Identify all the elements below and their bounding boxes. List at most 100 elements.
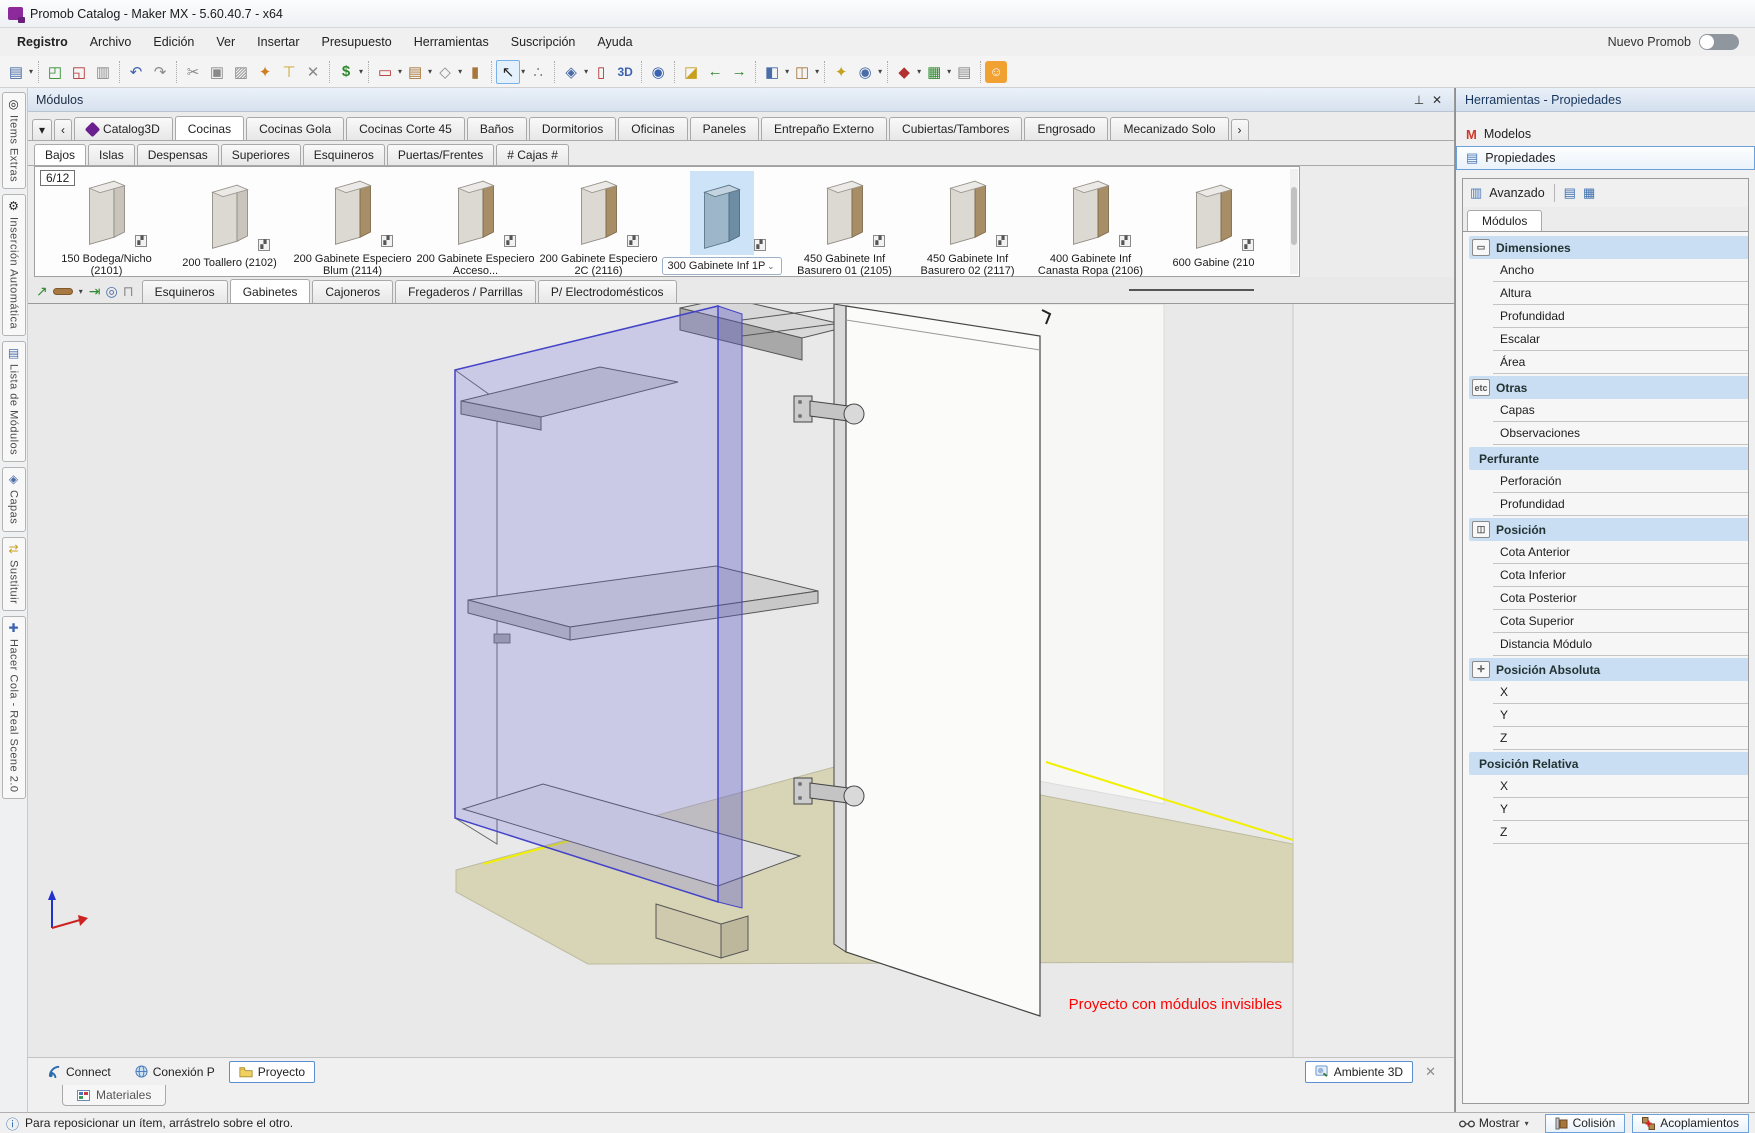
filter-tab-electrodomesticos[interactable]: P/ Electrodomésticos bbox=[538, 280, 677, 303]
advanced-button[interactable]: Avanzado bbox=[1489, 186, 1544, 200]
module-item[interactable]: ▞ 200 Gabinete Especiero Acceso... bbox=[414, 171, 537, 276]
print-button[interactable]: ▥ bbox=[91, 60, 115, 84]
gallery-scrollbar[interactable] bbox=[1290, 169, 1298, 274]
nav-modelos[interactable]: M Modelos bbox=[1456, 122, 1755, 146]
property-row-observaciones[interactable]: Observaciones bbox=[1493, 422, 1748, 445]
module-variant-dropdown[interactable]: 300 Gabinete Inf 1P ⌄ bbox=[662, 257, 782, 275]
door-button[interactable]: ▮ bbox=[463, 60, 487, 84]
walk-left-button[interactable]: ← bbox=[703, 60, 727, 84]
tab-cocinas[interactable]: Cocinas bbox=[175, 116, 244, 140]
copy-button[interactable]: ▣ bbox=[205, 60, 229, 84]
tab-cocinas-gola[interactable]: Cocinas Gola bbox=[246, 117, 344, 140]
property-row-abs-z[interactable]: Z bbox=[1493, 727, 1748, 750]
property-row-profundidad[interactable]: Profundidad bbox=[1493, 305, 1748, 328]
property-row-perforacion[interactable]: Perforación bbox=[1493, 470, 1748, 493]
property-row-cota-anterior[interactable]: Cota Anterior bbox=[1493, 541, 1748, 564]
mostrar-button[interactable]: Mostrar ▾ bbox=[1451, 1116, 1538, 1130]
module-item[interactable]: ▞ 450 Gabinete Inf Basurero 02 (2117) bbox=[906, 171, 1029, 276]
report-button[interactable]: ▤ bbox=[952, 60, 976, 84]
filter-tab-cajoneros[interactable]: Cajoneros bbox=[312, 280, 393, 303]
nuevo-promob-toggle[interactable] bbox=[1699, 34, 1739, 50]
menu-registro[interactable]: Registro bbox=[6, 30, 79, 54]
layers-dropdown-icon[interactable]: ▾ bbox=[584, 67, 588, 76]
splitter-handle[interactable] bbox=[1129, 289, 1254, 291]
acoplamientos-button[interactable]: Acoplamientos bbox=[1632, 1114, 1749, 1133]
measure-button[interactable]: ∴ bbox=[526, 60, 550, 84]
floor-shape-button[interactable]: ◇ bbox=[433, 60, 457, 84]
property-row-area[interactable]: Área bbox=[1493, 351, 1748, 374]
list-view-icon[interactable]: ▤ bbox=[1564, 185, 1576, 201]
tab-mecanizado-solo[interactable]: Mecanizado Solo bbox=[1110, 117, 1228, 140]
tab-islas[interactable]: Islas bbox=[88, 144, 135, 165]
tab-esquineros[interactable]: Esquineros bbox=[303, 144, 385, 165]
property-row-rel-x[interactable]: X bbox=[1493, 775, 1748, 798]
property-row-altura[interactable]: Altura bbox=[1493, 282, 1748, 305]
tab-scroll-down-button[interactable]: ▾ bbox=[32, 119, 52, 140]
section-dimensiones[interactable]: ▭ Dimensiones bbox=[1469, 236, 1748, 259]
property-row-cota-superior[interactable]: Cota Superior bbox=[1493, 610, 1748, 633]
proyecto-tab[interactable]: Proyecto bbox=[229, 1061, 315, 1083]
section-otras[interactable]: etc Otras bbox=[1469, 376, 1748, 399]
wall-dropdown-icon[interactable]: ▾ bbox=[428, 67, 432, 76]
tab-catalog3d[interactable]: Catalog3D bbox=[74, 117, 173, 140]
connect-tab[interactable]: Connect bbox=[38, 1061, 121, 1083]
plan-view-button[interactable]: ◧ bbox=[760, 60, 784, 84]
property-row-ancho[interactable]: Ancho bbox=[1493, 259, 1748, 282]
export-catalog-button[interactable]: ◱ bbox=[67, 60, 91, 84]
menu-insertar[interactable]: Insertar bbox=[246, 30, 310, 54]
insert-module-icon[interactable]: ↗ bbox=[36, 283, 48, 300]
view-3d-button[interactable]: 3D bbox=[613, 60, 637, 84]
room-dropdown-icon[interactable]: ▾ bbox=[398, 67, 402, 76]
tab-cocinas-corte-45[interactable]: Cocinas Corte 45 bbox=[346, 117, 465, 140]
tab-cajas[interactable]: # Cajas # bbox=[496, 144, 569, 165]
sidebar-item-capas[interactable]: ◈ Capas bbox=[2, 467, 26, 531]
tab-puertas-frentes[interactable]: Puertas/Frentes bbox=[387, 144, 494, 165]
tab-scroll-left-button[interactable]: ‹ bbox=[54, 119, 72, 140]
handle-style-icon[interactable] bbox=[53, 288, 73, 295]
module-item[interactable]: ▞ 200 Gabinete Especiero Blum (2114) bbox=[291, 171, 414, 276]
save-dropdown-icon[interactable]: ▾ bbox=[29, 67, 33, 76]
property-row-abs-y[interactable]: Y bbox=[1493, 704, 1748, 727]
place-module-icon[interactable]: ⇥ bbox=[89, 283, 101, 300]
menu-suscripcion[interactable]: Suscripción bbox=[500, 30, 587, 54]
sidebar-item-items-extras[interactable]: ◎ Items Extras bbox=[2, 92, 26, 189]
hammer-tool-button[interactable]: ✦ bbox=[253, 60, 277, 84]
search-binoculars-icon[interactable]: ◎ bbox=[105, 283, 117, 300]
menu-herramientas[interactable]: Herramientas bbox=[403, 30, 500, 54]
module-item[interactable]: ▞ 200 Toallero (2102) bbox=[168, 171, 291, 276]
tab-dormitorios[interactable]: Dormitorios bbox=[529, 117, 616, 140]
property-row-abs-x[interactable]: X bbox=[1493, 681, 1748, 704]
paste-button[interactable]: ▨ bbox=[229, 60, 253, 84]
import-catalog-button[interactable]: ◰ bbox=[43, 60, 67, 84]
module-item[interactable]: ▞ 150 Bodega/Nicho (2101) bbox=[45, 171, 168, 276]
redo-button[interactable]: ↷ bbox=[148, 60, 172, 84]
tab-cubiertas-tambores[interactable]: Cubiertas/Tambores bbox=[889, 117, 1022, 140]
section-perfurante[interactable]: Perfurante bbox=[1469, 447, 1748, 470]
sidebar-item-lista-de-modulos[interactable]: ▤ Lista de Módulos bbox=[2, 341, 26, 462]
property-row-escalar[interactable]: Escalar bbox=[1493, 328, 1748, 351]
plan-dropdown-icon[interactable]: ▾ bbox=[785, 67, 789, 76]
organize-dropdown-icon[interactable]: ▾ bbox=[947, 67, 951, 76]
colision-button[interactable]: Colisión bbox=[1545, 1114, 1626, 1133]
section-posicion-absoluta[interactable]: ✛ Posición Absoluta bbox=[1469, 658, 1748, 681]
handle-dropdown-icon[interactable]: ▾ bbox=[79, 287, 83, 296]
conexion-p-tab[interactable]: Conexión P bbox=[125, 1061, 225, 1083]
delete-button[interactable]: ✕ bbox=[301, 60, 325, 84]
budget-dropdown-icon[interactable]: ▾ bbox=[359, 67, 363, 76]
tab-superiores[interactable]: Superiores bbox=[221, 144, 301, 165]
filter-tab-fregaderos[interactable]: Fregaderos / Parrillas bbox=[395, 280, 536, 303]
tab-engrosado[interactable]: Engrosado bbox=[1024, 117, 1108, 140]
module-item[interactable]: ▞ 450 Gabinete Inf Basurero 01 (2105) bbox=[783, 171, 906, 276]
sidebar-item-sustituir[interactable]: ⇄ Sustituir bbox=[2, 537, 26, 611]
nav-propiedades[interactable]: ▤ Propiedades bbox=[1456, 146, 1755, 170]
texture-rotate-button[interactable]: ◪ bbox=[679, 60, 703, 84]
select-cursor-button[interactable]: ↖ bbox=[496, 60, 520, 84]
property-row-rel-y[interactable]: Y bbox=[1493, 798, 1748, 821]
close-icon[interactable]: ✕ bbox=[1428, 91, 1446, 109]
tab-oficinas[interactable]: Oficinas bbox=[618, 117, 687, 140]
sidebar-item-insercion-automatica[interactable]: ⚙ Inserción Automática bbox=[2, 194, 26, 336]
render-dropdown-icon[interactable]: ▾ bbox=[917, 67, 921, 76]
cursor-dropdown-icon[interactable]: ▾ bbox=[521, 67, 525, 76]
tab-banos[interactable]: Baños bbox=[467, 117, 527, 140]
layers-button[interactable]: ◈ bbox=[559, 60, 583, 84]
